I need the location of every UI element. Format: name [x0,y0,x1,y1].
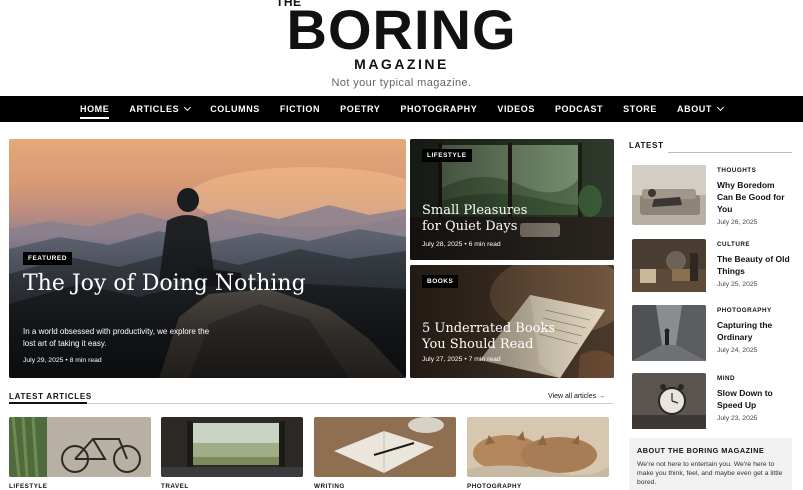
nav-item-fiction[interactable]: FICTION [270,96,330,122]
hero-meta: July 29, 2025 • 8 min read [23,357,102,364]
nav-label: PODCAST [554,104,604,114]
nav-item-columns[interactable]: COLUMNS [200,96,270,122]
latest-date: July 23, 2025 [717,415,758,422]
category-badge[interactable]: BOOKS [422,275,459,288]
nav-item-store[interactable]: STORE [613,96,667,122]
nav-label: ARTICLES [129,104,180,114]
latest-articles-heading: LATEST ARTICLES [9,392,92,401]
latest-item[interactable]: PHOTOGRAPHY Capturing the Ordinary July … [632,305,797,369]
nav-item-videos[interactable]: VIDEOS [487,96,545,122]
nav-item-photography[interactable]: PHOTOGRAPHY [390,96,487,122]
about-text: We're not here to entertain you. We're h… [637,461,783,486]
card-meta: July 27, 2025 • 7 min read [422,356,501,363]
about-title: ABOUT THE BORING MAGAZINE [637,446,765,455]
nav-item-articles[interactable]: ARTICLES [119,96,200,122]
old-things-image [632,239,706,292]
article-thumbnail[interactable] [9,417,151,477]
latest-heading: LATEST [629,141,664,150]
tagline: Not your typical magazine. [331,77,472,89]
latest-thumbnail[interactable] [632,373,706,433]
latest-title[interactable]: Slow Down to Speed Up [717,387,792,411]
nav-label: POETRY [340,104,381,114]
nav-label: VIDEOS [497,104,535,114]
rainy-street-image [632,305,706,361]
bicycle-image [9,417,151,477]
category-badge[interactable]: LIFESTYLE [422,149,472,162]
latest-item[interactable]: MIND Slow Down to Speed Up July 23, 2025 [632,373,797,437]
train-window-image [161,417,303,477]
chevron-down-icon [716,103,725,112]
card-meta: July 28, 2025 • 6 min read [422,241,501,248]
masthead: THE BORING MAGAZINE Not your typical mag… [0,0,803,96]
notebook-pen-image [314,417,456,477]
brand-logo-title[interactable]: BORING [0,2,803,58]
latest-title[interactable]: Capturing the Ordinary [717,319,792,343]
main-nav: HOME ARTICLES COLUMNS FICTION POETRY PHO… [0,96,803,122]
nav-label: ABOUT [677,104,712,114]
latest-date: July 25, 2025 [717,281,758,288]
nav-label: PHOTOGRAPHY [400,104,478,114]
divider [668,152,792,153]
latest-date: July 24, 2025 [717,347,758,354]
nav-item-poetry[interactable]: POETRY [330,96,390,122]
latest-title[interactable]: The Beauty of Old Things [717,253,792,277]
featured-badge[interactable]: FEATURED [23,252,72,265]
card-title[interactable]: Small Pleasures for Quiet Days [422,203,537,235]
chevron-down-icon [184,103,192,112]
latest-thumbnail[interactable] [632,239,706,299]
card-underrated-books[interactable]: BOOKS 5 Underrated Books You Should Read… [410,265,614,378]
hero-featured-article[interactable]: FEATURED The Joy of Doing Nothing In a w… [9,139,406,378]
alarm-clock-image [632,373,706,429]
latest-thumbnail[interactable] [632,165,706,225]
nav-label: HOME [79,104,110,114]
latest-title[interactable]: Why Boredom Can Be Good for You [717,179,792,215]
heading-underline [9,402,87,404]
latest-item[interactable]: THOUGHTS Why Boredom Can Be Good for You… [632,165,797,229]
nav-label: STORE [623,104,657,114]
article-thumbnail[interactable] [314,417,456,477]
card-title[interactable]: 5 Underrated Books You Should Read [422,321,562,353]
latest-category[interactable]: PHOTOGRAPHY [717,307,772,314]
card-small-pleasures[interactable]: LIFESTYLE Small Pleasures for Quiet Days… [410,139,614,260]
latest-item[interactable]: CULTURE The Beauty of Old Things July 25… [632,239,797,303]
about-box: ABOUT THE BORING MAGAZINE We're not here… [629,438,792,490]
article-category[interactable]: PHOTOGRAPHY [467,483,522,490]
nav-item-about[interactable]: ABOUT [667,96,733,122]
divider [9,403,613,404]
person-on-sofa-image [632,165,706,225]
article-category[interactable]: LIFESTYLE [9,483,47,490]
article-category[interactable]: TRAVEL [161,483,189,490]
sleeping-cats-image [467,417,609,477]
hero-title[interactable]: The Joy of Doing Nothing [23,271,323,296]
latest-category[interactable]: THOUGHTS [717,167,756,174]
latest-category[interactable]: MIND [717,375,735,382]
view-all-articles-link[interactable]: View all articles → [548,393,605,401]
hero-description: In a world obsessed with productivity, w… [23,327,210,348]
latest-category[interactable]: CULTURE [717,241,750,248]
article-thumbnail[interactable] [161,417,303,477]
latest-date: July 26, 2025 [717,219,758,226]
nav-label: FICTION [279,104,321,114]
latest-thumbnail[interactable] [632,305,706,365]
brand-logo-subtitle: MAGAZINE [354,56,449,72]
article-thumbnail[interactable] [467,417,609,477]
nav-item-home[interactable]: HOME [70,96,119,122]
nav-label: COLUMNS [210,104,260,114]
nav-item-podcast[interactable]: PODCAST [545,96,613,122]
article-category[interactable]: WRITING [314,483,345,490]
